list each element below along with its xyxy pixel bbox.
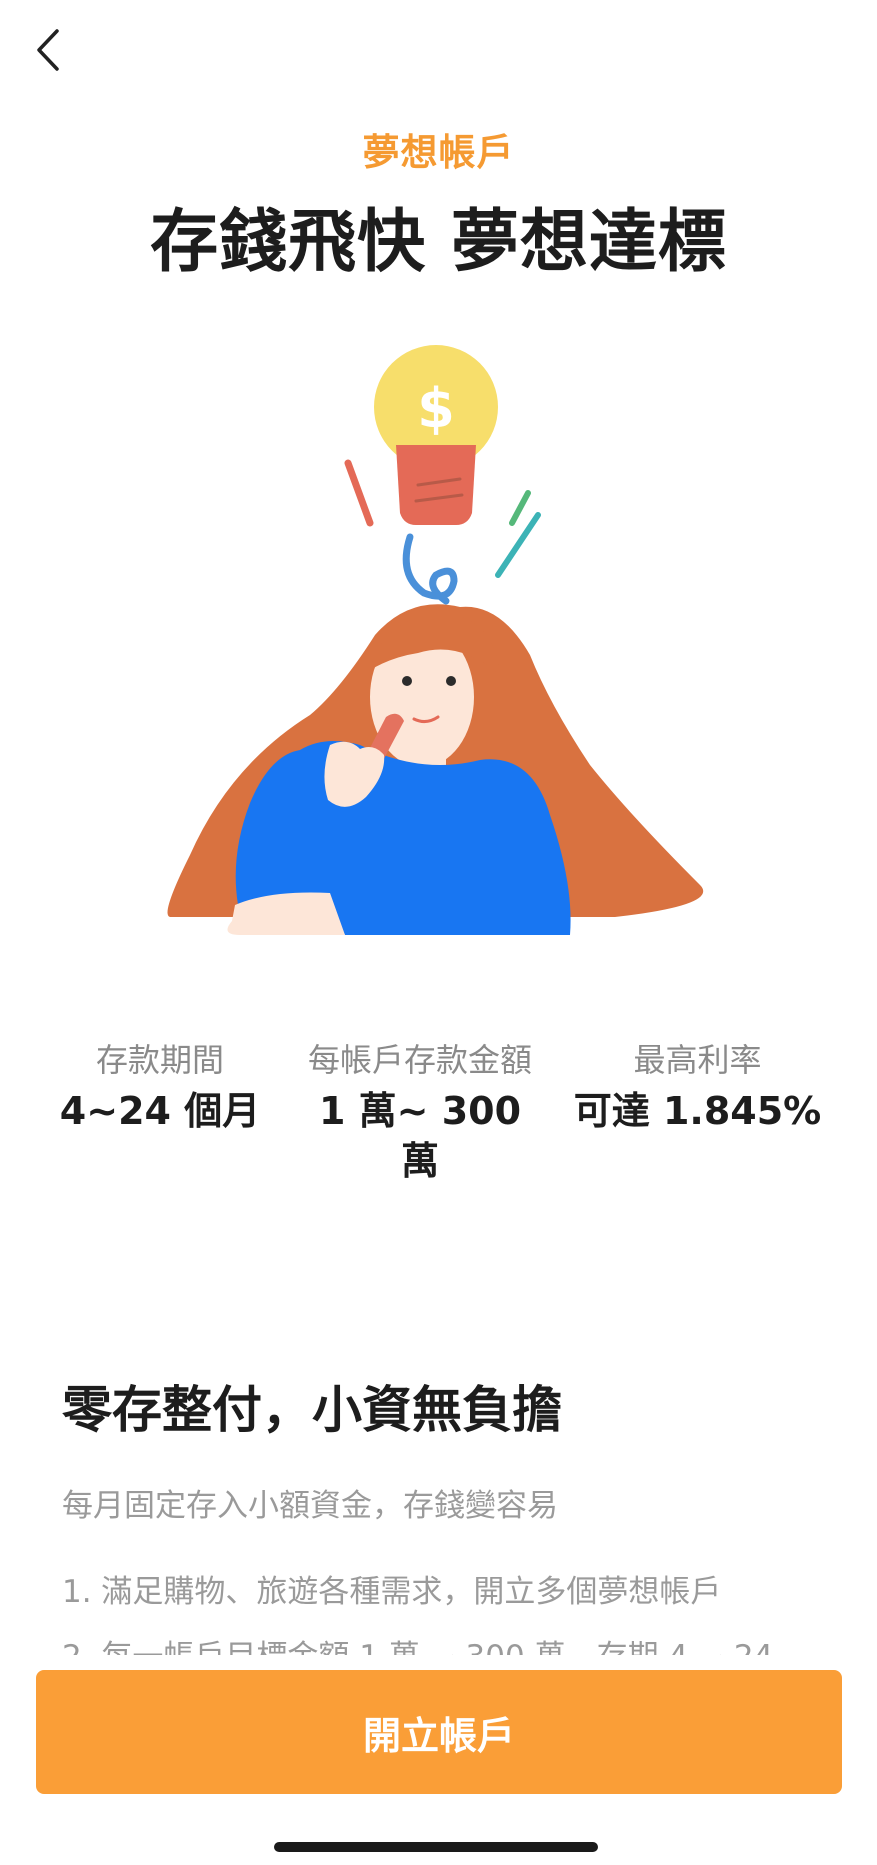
account-stats: 存款期間 4~24 個月 每帳戶存款金額 1 萬~ 300 萬 最高利率 可達 … (0, 1040, 877, 1270)
stat-value: 4~24 個月 (59, 1089, 261, 1133)
left-eye (402, 676, 412, 686)
sparkle-line-green (509, 490, 531, 526)
list-item: 1. 滿足購物、旅遊各種需求，開立多個夢想帳戶 (62, 1574, 722, 1610)
sparkle-line-teal (495, 512, 541, 578)
page-eyebrow: 夢想帳戶 (362, 131, 515, 174)
sparkle-line-red (344, 459, 374, 527)
stat-label: 最高利率 (633, 1041, 762, 1079)
section-subtitle: 每月固定存入小額資金，存錢變容易 (62, 1488, 558, 1524)
home-indicator (274, 1842, 598, 1852)
saving-idea-illustration: $ (167, 345, 704, 935)
section-title: 零存整付，小資無負擔 (62, 1381, 562, 1439)
page-title: 存錢飛快 夢想達標 (150, 203, 727, 282)
stat-label: 存款期間 (95, 1041, 224, 1079)
stat-value: 1 萬~ 300 萬 (318, 1089, 522, 1183)
stat-label: 每帳戶存款金額 (307, 1041, 532, 1079)
lightbulb-icon: $ (374, 345, 498, 525)
right-eye (446, 676, 456, 686)
chevron-left-icon (37, 29, 59, 71)
dollar-sign-icon: $ (417, 377, 455, 440)
back-button[interactable] (22, 20, 74, 80)
stat-max-rate: 最高利率 可達 1.845% (565, 1040, 830, 1136)
stat-deposit-period: 存款期間 4~24 個月 (40, 1040, 280, 1136)
stat-value: 可達 1.845% (573, 1089, 822, 1133)
open-account-button[interactable]: 開立帳戶 (36, 1670, 842, 1794)
stat-deposit-amount: 每帳戶存款金額 1 萬~ 300 萬 (305, 1040, 535, 1186)
bottom-action-bar: 開立帳戶 (0, 1655, 877, 1865)
squiggle-mark (402, 533, 458, 605)
